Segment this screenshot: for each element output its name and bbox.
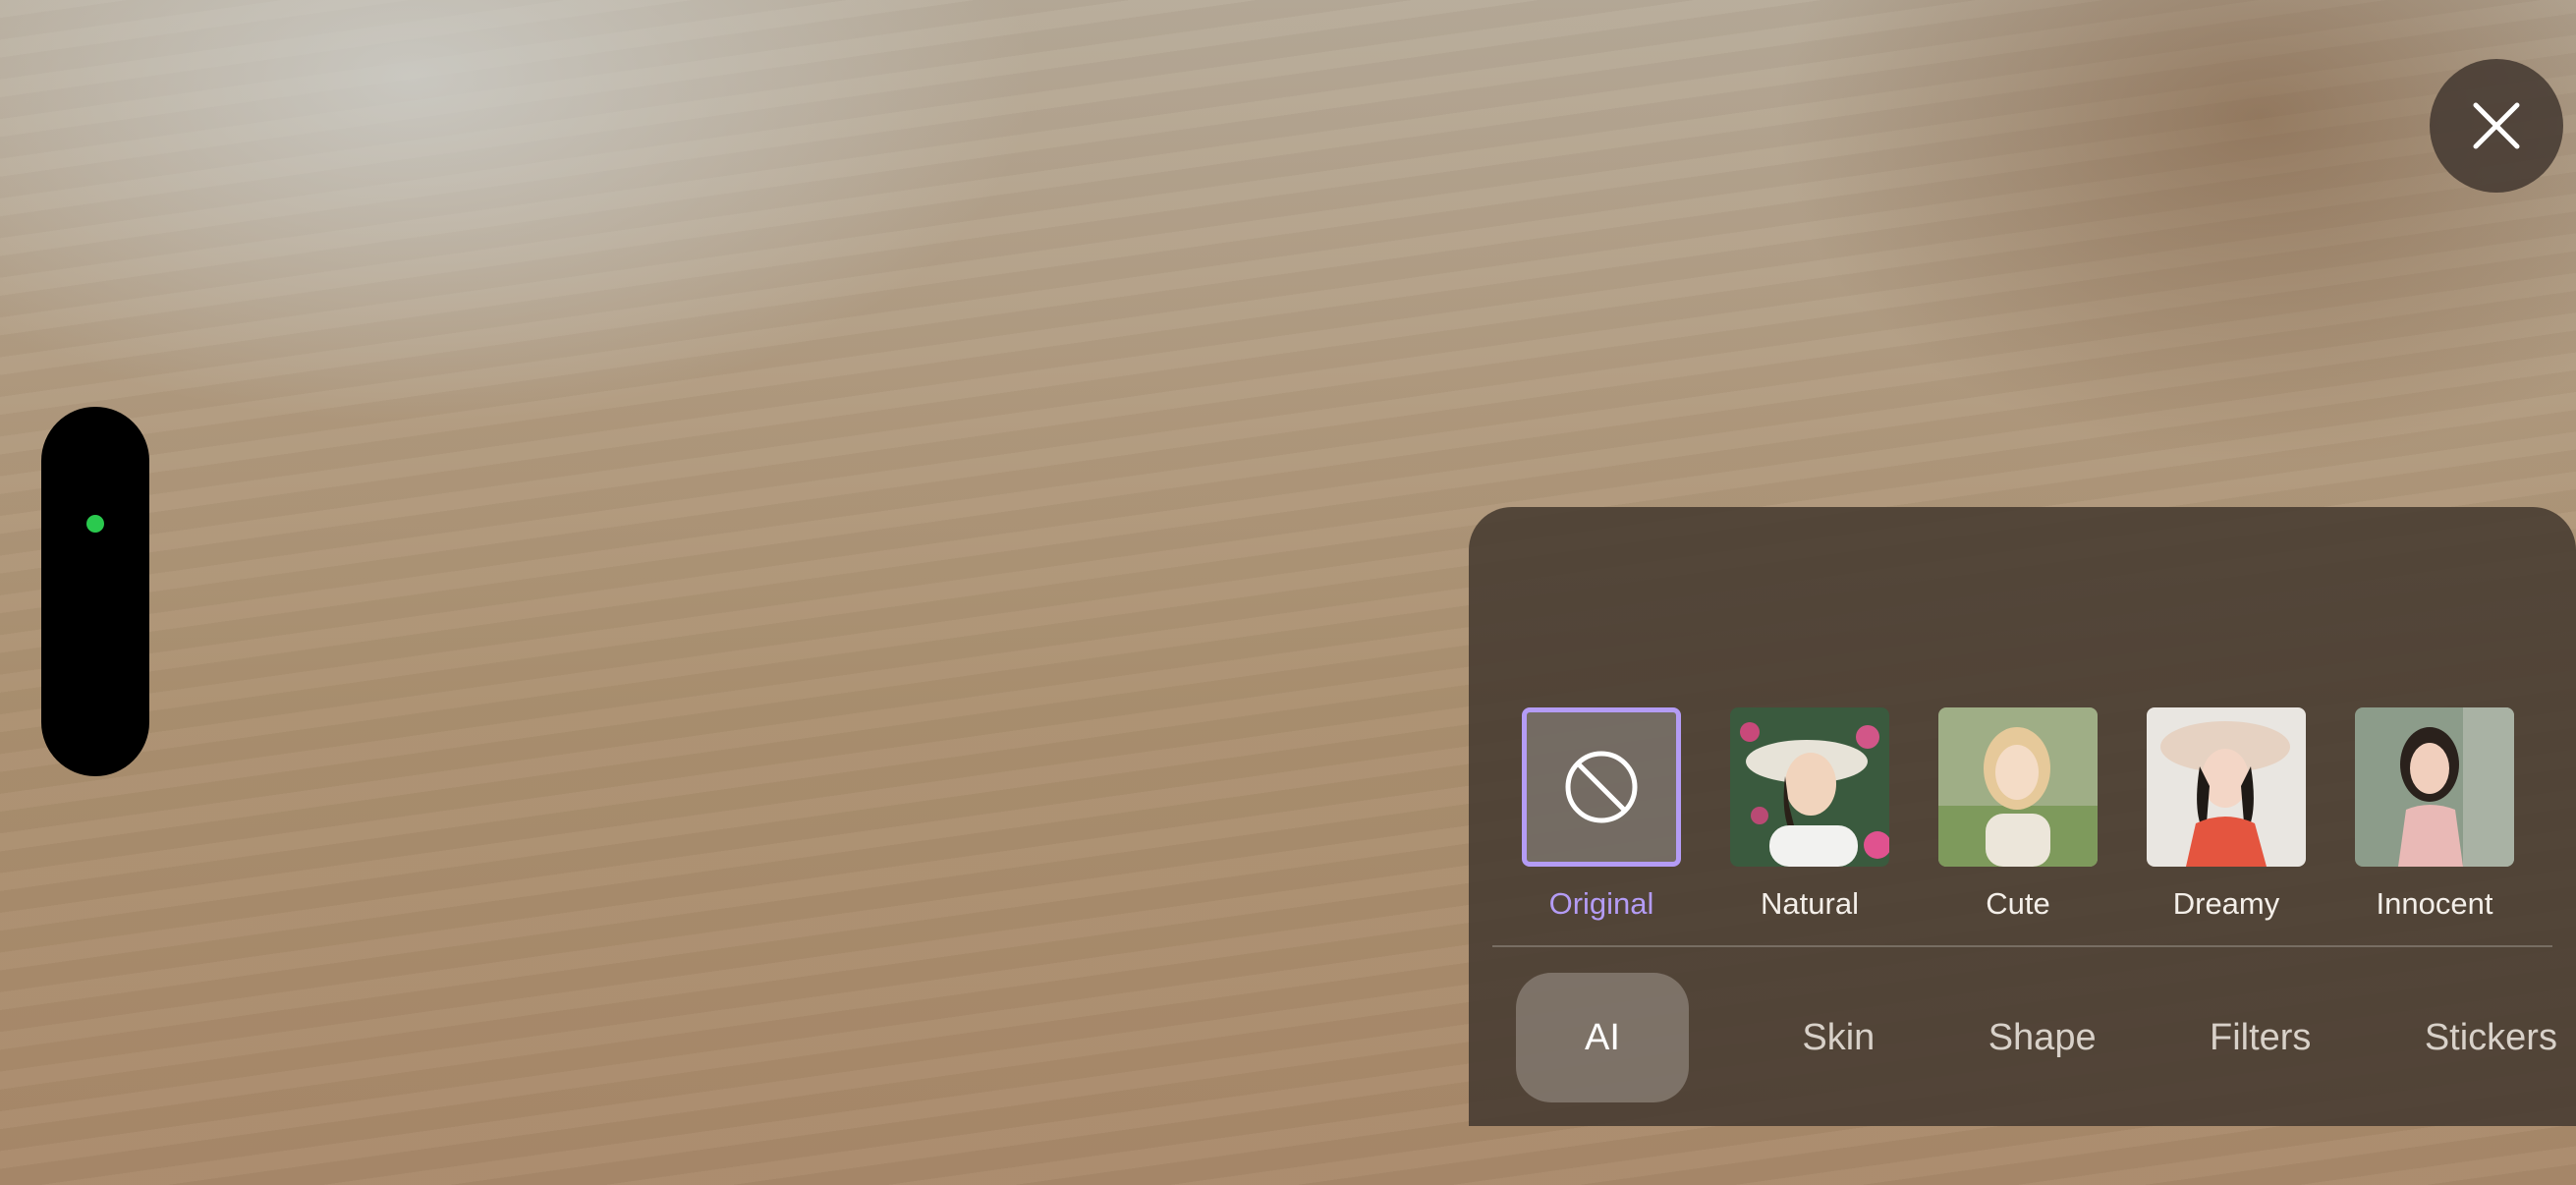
preset-natural[interactable]: Natural [1730,707,1889,943]
category-tabs: AI Skin Shape Filters Stickers [1516,973,2557,1102]
tab-filters[interactable]: Filters [2210,973,2311,1102]
tab-ai[interactable]: AI [1516,973,1689,1102]
tab-stickers[interactable]: Stickers [2425,973,2557,1102]
portrait-image [1938,707,2098,867]
preset-thumbnail [2147,707,2306,867]
portrait-image [1730,707,1889,867]
no-effect-icon [1565,751,1638,823]
preset-cute[interactable]: Cute [1938,707,2098,943]
close-icon [2473,102,2520,149]
preset-thumbnail [1522,707,1681,867]
preset-label: Natural [1761,886,1859,921]
close-button[interactable] [2430,59,2563,193]
preset-list: Original Natural Cute Dreamy Innocent [1522,707,2514,943]
preset-thumbnail [1730,707,1889,867]
preset-thumbnail [1938,707,2098,867]
preset-label: Original [1548,886,1654,921]
preset-label: Dreamy [2172,886,2280,921]
recording-indicator-dot [86,515,104,533]
preset-label: Innocent [2376,886,2493,921]
portrait-image [2355,707,2514,867]
preset-dreamy[interactable]: Dreamy [2147,707,2306,943]
preset-label: Cute [1986,886,2050,921]
tab-skin[interactable]: Skin [1802,973,1875,1102]
preset-thumbnail [2355,707,2514,867]
preset-innocent[interactable]: Innocent [2355,707,2514,943]
beauty-effects-panel: Original Natural Cute Dreamy Innocent AI… [1469,507,2576,1126]
camera-side-pill [41,407,149,776]
tab-shape[interactable]: Shape [1988,973,2097,1102]
preset-original[interactable]: Original [1522,707,1681,943]
divider [1492,945,2552,947]
portrait-image [2147,707,2306,867]
